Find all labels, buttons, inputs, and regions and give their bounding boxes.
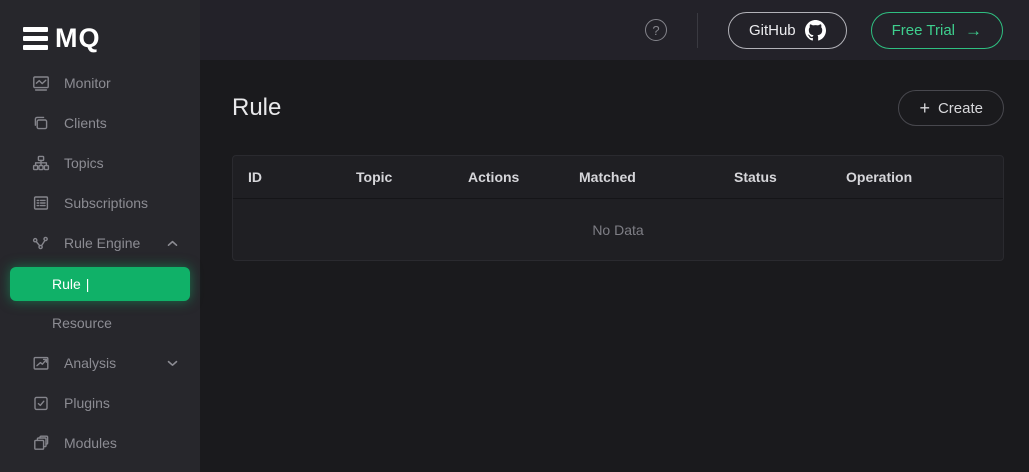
table-header-topic: Topic <box>356 169 468 185</box>
sidebar-item-plugins[interactable]: Plugins <box>0 383 200 423</box>
sidebar: MQ Monitor Clients Topics Subscriptions <box>0 0 200 472</box>
text-cursor: | <box>86 276 90 292</box>
modules-icon <box>32 434 50 452</box>
sidebar-item-subscriptions[interactable]: Subscriptions <box>0 183 200 223</box>
table-header-actions: Actions <box>468 169 579 185</box>
sidebar-item-label: Plugins <box>64 395 110 411</box>
sidebar-item-label: Topics <box>64 155 104 171</box>
chevron-up-icon <box>167 240 178 247</box>
chevron-down-icon <box>167 360 178 367</box>
table-empty-state: No Data <box>233 199 1003 260</box>
sidebar-item-topics[interactable]: Topics <box>0 143 200 183</box>
table-header-row: ID Topic Actions Matched Status Operatio… <box>233 156 1003 199</box>
help-icon[interactable]: ? <box>645 19 667 41</box>
free-trial-label: Free Trial <box>892 22 955 39</box>
table-header-id: ID <box>248 169 356 185</box>
github-button-label: GitHub <box>749 22 796 39</box>
free-trial-button[interactable]: Free Trial → <box>871 12 1003 49</box>
rules-table: ID Topic Actions Matched Status Operatio… <box>232 155 1004 261</box>
github-octocat-icon <box>805 20 826 41</box>
main-content: Rule + Create ID Topic Actions Matched S… <box>200 60 1029 472</box>
sidebar-item-label: Modules <box>64 435 117 451</box>
sidebar-item-label: Rule <box>52 276 81 292</box>
sidebar-item-label: Clients <box>64 115 107 131</box>
create-button-label: Create <box>938 100 983 117</box>
emq-logo: MQ <box>0 0 200 60</box>
monitor-icon <box>32 74 50 92</box>
sidebar-item-rule-engine[interactable]: Rule Engine <box>0 223 200 263</box>
sidebar-item-label: Monitor <box>64 75 111 91</box>
sidebar-item-analysis[interactable]: Analysis <box>0 343 200 383</box>
title-row: Rule + Create <box>232 90 1004 126</box>
rule-engine-icon <box>32 234 50 252</box>
topbar: ? GitHub Free Trial → <box>200 0 1029 60</box>
subscriptions-icon <box>32 194 50 212</box>
table-header-status: Status <box>734 169 846 185</box>
create-button[interactable]: + Create <box>898 90 1004 126</box>
github-button[interactable]: GitHub <box>728 12 847 49</box>
sidebar-item-label: Analysis <box>64 355 116 371</box>
sidebar-item-rule[interactable]: Rule | <box>10 267 190 301</box>
emq-bars-icon <box>23 27 48 50</box>
page-title: Rule <box>232 94 281 122</box>
sidebar-item-modules[interactable]: Modules <box>0 423 200 463</box>
topics-icon <box>32 154 50 172</box>
sidebar-item-monitor[interactable]: Monitor <box>0 63 200 103</box>
table-header-matched: Matched <box>579 169 734 185</box>
plugins-icon <box>32 394 50 412</box>
table-header-operation: Operation <box>846 169 1003 185</box>
analysis-icon <box>32 354 50 372</box>
sidebar-item-label: Subscriptions <box>64 195 148 211</box>
sidebar-item-label: Resource <box>52 315 112 331</box>
plus-icon: + <box>919 99 930 117</box>
clients-icon <box>32 114 50 132</box>
sidebar-item-resource[interactable]: Resource <box>0 303 200 343</box>
sidebar-nav: Monitor Clients Topics Subscriptions Rul <box>0 60 200 463</box>
sidebar-item-label: Rule Engine <box>64 235 140 251</box>
arrow-right-icon: → <box>965 22 982 39</box>
logo-text: MQ <box>55 25 101 52</box>
sidebar-item-clients[interactable]: Clients <box>0 103 200 143</box>
topbar-divider <box>697 13 698 48</box>
